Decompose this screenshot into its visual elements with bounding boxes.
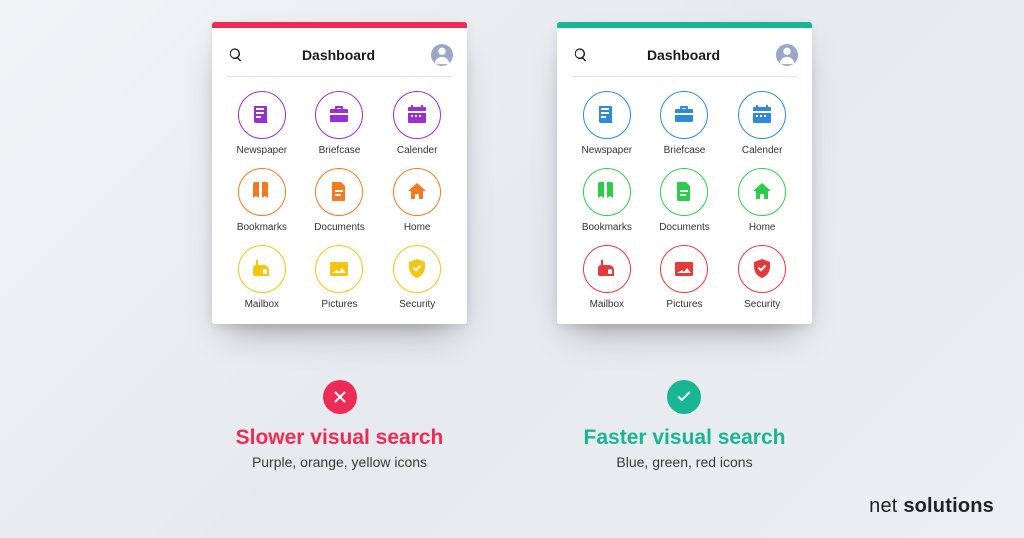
calendar-icon — [738, 91, 786, 139]
app-security[interactable]: Security — [381, 245, 453, 310]
panel-bad: Dashboard Newspaper Briefcase Calender Bookm… — [212, 22, 467, 470]
dashboard-mockup: Dashboard Newspaper Briefcase Calender Bookm… — [557, 22, 812, 324]
mailbox-label: Mailbox — [590, 299, 624, 310]
documents-label: Documents — [314, 222, 365, 233]
cross-icon — [323, 380, 357, 414]
documents-icon — [315, 168, 363, 216]
bookmarks-label: Bookmarks — [582, 222, 632, 233]
security-icon — [393, 245, 441, 293]
icon-grid: Newspaper Briefcase Calender Bookmarks Docum… — [226, 77, 453, 310]
bookmarks-icon — [583, 168, 631, 216]
mailbox-icon — [238, 245, 286, 293]
check-icon — [667, 380, 701, 414]
brand-word-1: net — [869, 495, 897, 517]
calendar-label: Calender — [742, 145, 783, 156]
mailbox-label: Mailbox — [245, 299, 279, 310]
pictures-label: Pictures — [321, 299, 357, 310]
newspaper-label: Newspaper — [237, 145, 288, 156]
app-briefcase[interactable]: Briefcase — [649, 91, 721, 156]
pictures-icon — [660, 245, 708, 293]
mailbox-icon — [583, 245, 631, 293]
home-icon — [738, 168, 786, 216]
app-mailbox[interactable]: Mailbox — [226, 245, 298, 310]
app-bookmarks[interactable]: Bookmarks — [226, 168, 298, 233]
calendar-label: Calender — [397, 145, 438, 156]
verdict-headline: Faster visual search — [584, 426, 786, 450]
briefcase-icon — [660, 91, 708, 139]
panel-good: Dashboard Newspaper Briefcase Calender Bookm… — [557, 22, 812, 470]
app-home[interactable]: Home — [726, 168, 798, 233]
verdict-headline: Slower visual search — [236, 426, 444, 450]
search-icon[interactable] — [571, 45, 591, 65]
app-mailbox[interactable]: Mailbox — [571, 245, 643, 310]
security-label: Security — [744, 299, 780, 310]
newspaper-label: Newspaper — [582, 145, 633, 156]
documents-icon — [660, 168, 708, 216]
bookmarks-icon — [238, 168, 286, 216]
briefcase-icon — [315, 91, 363, 139]
page-title: Dashboard — [647, 47, 720, 63]
app-bookmarks[interactable]: Bookmarks — [571, 168, 643, 233]
topbar: Dashboard — [571, 38, 798, 77]
newspaper-icon — [238, 91, 286, 139]
home-label: Home — [749, 222, 776, 233]
app-newspaper[interactable]: Newspaper — [226, 91, 298, 156]
avatar[interactable] — [776, 44, 798, 66]
brand-word-2: solutions — [903, 495, 994, 517]
app-briefcase[interactable]: Briefcase — [304, 91, 376, 156]
icon-grid: Newspaper Briefcase Calender Bookmarks Docum… — [571, 77, 798, 310]
app-security[interactable]: Security — [726, 245, 798, 310]
app-documents[interactable]: Documents — [304, 168, 376, 233]
pictures-label: Pictures — [666, 299, 702, 310]
topbar: Dashboard — [226, 38, 453, 77]
calendar-icon — [393, 91, 441, 139]
app-home[interactable]: Home — [381, 168, 453, 233]
page-title: Dashboard — [302, 47, 375, 63]
app-pictures[interactable]: Pictures — [304, 245, 376, 310]
avatar[interactable] — [431, 44, 453, 66]
dashboard-mockup: Dashboard Newspaper Briefcase Calender Bookm… — [212, 22, 467, 324]
app-calendar[interactable]: Calender — [726, 91, 798, 156]
documents-label: Documents — [659, 222, 710, 233]
security-label: Security — [399, 299, 435, 310]
briefcase-label: Briefcase — [664, 145, 706, 156]
app-calendar[interactable]: Calender — [381, 91, 453, 156]
verdict: Slower visual search Purple, orange, yell… — [236, 380, 444, 470]
home-label: Home — [404, 222, 431, 233]
verdict-sub: Blue, green, red icons — [584, 454, 786, 470]
bookmarks-label: Bookmarks — [237, 222, 287, 233]
app-documents[interactable]: Documents — [649, 168, 721, 233]
security-icon — [738, 245, 786, 293]
comparison-stage: Dashboard Newspaper Briefcase Calender Bookm… — [0, 0, 1024, 538]
search-icon[interactable] — [226, 45, 246, 65]
newspaper-icon — [583, 91, 631, 139]
pictures-icon — [315, 245, 363, 293]
verdict-sub: Purple, orange, yellow icons — [236, 454, 444, 470]
home-icon — [393, 168, 441, 216]
verdict: Faster visual search Blue, green, red ico… — [584, 380, 786, 470]
app-newspaper[interactable]: Newspaper — [571, 91, 643, 156]
brand-logo: net solutions — [869, 495, 994, 518]
app-pictures[interactable]: Pictures — [649, 245, 721, 310]
briefcase-label: Briefcase — [319, 145, 361, 156]
